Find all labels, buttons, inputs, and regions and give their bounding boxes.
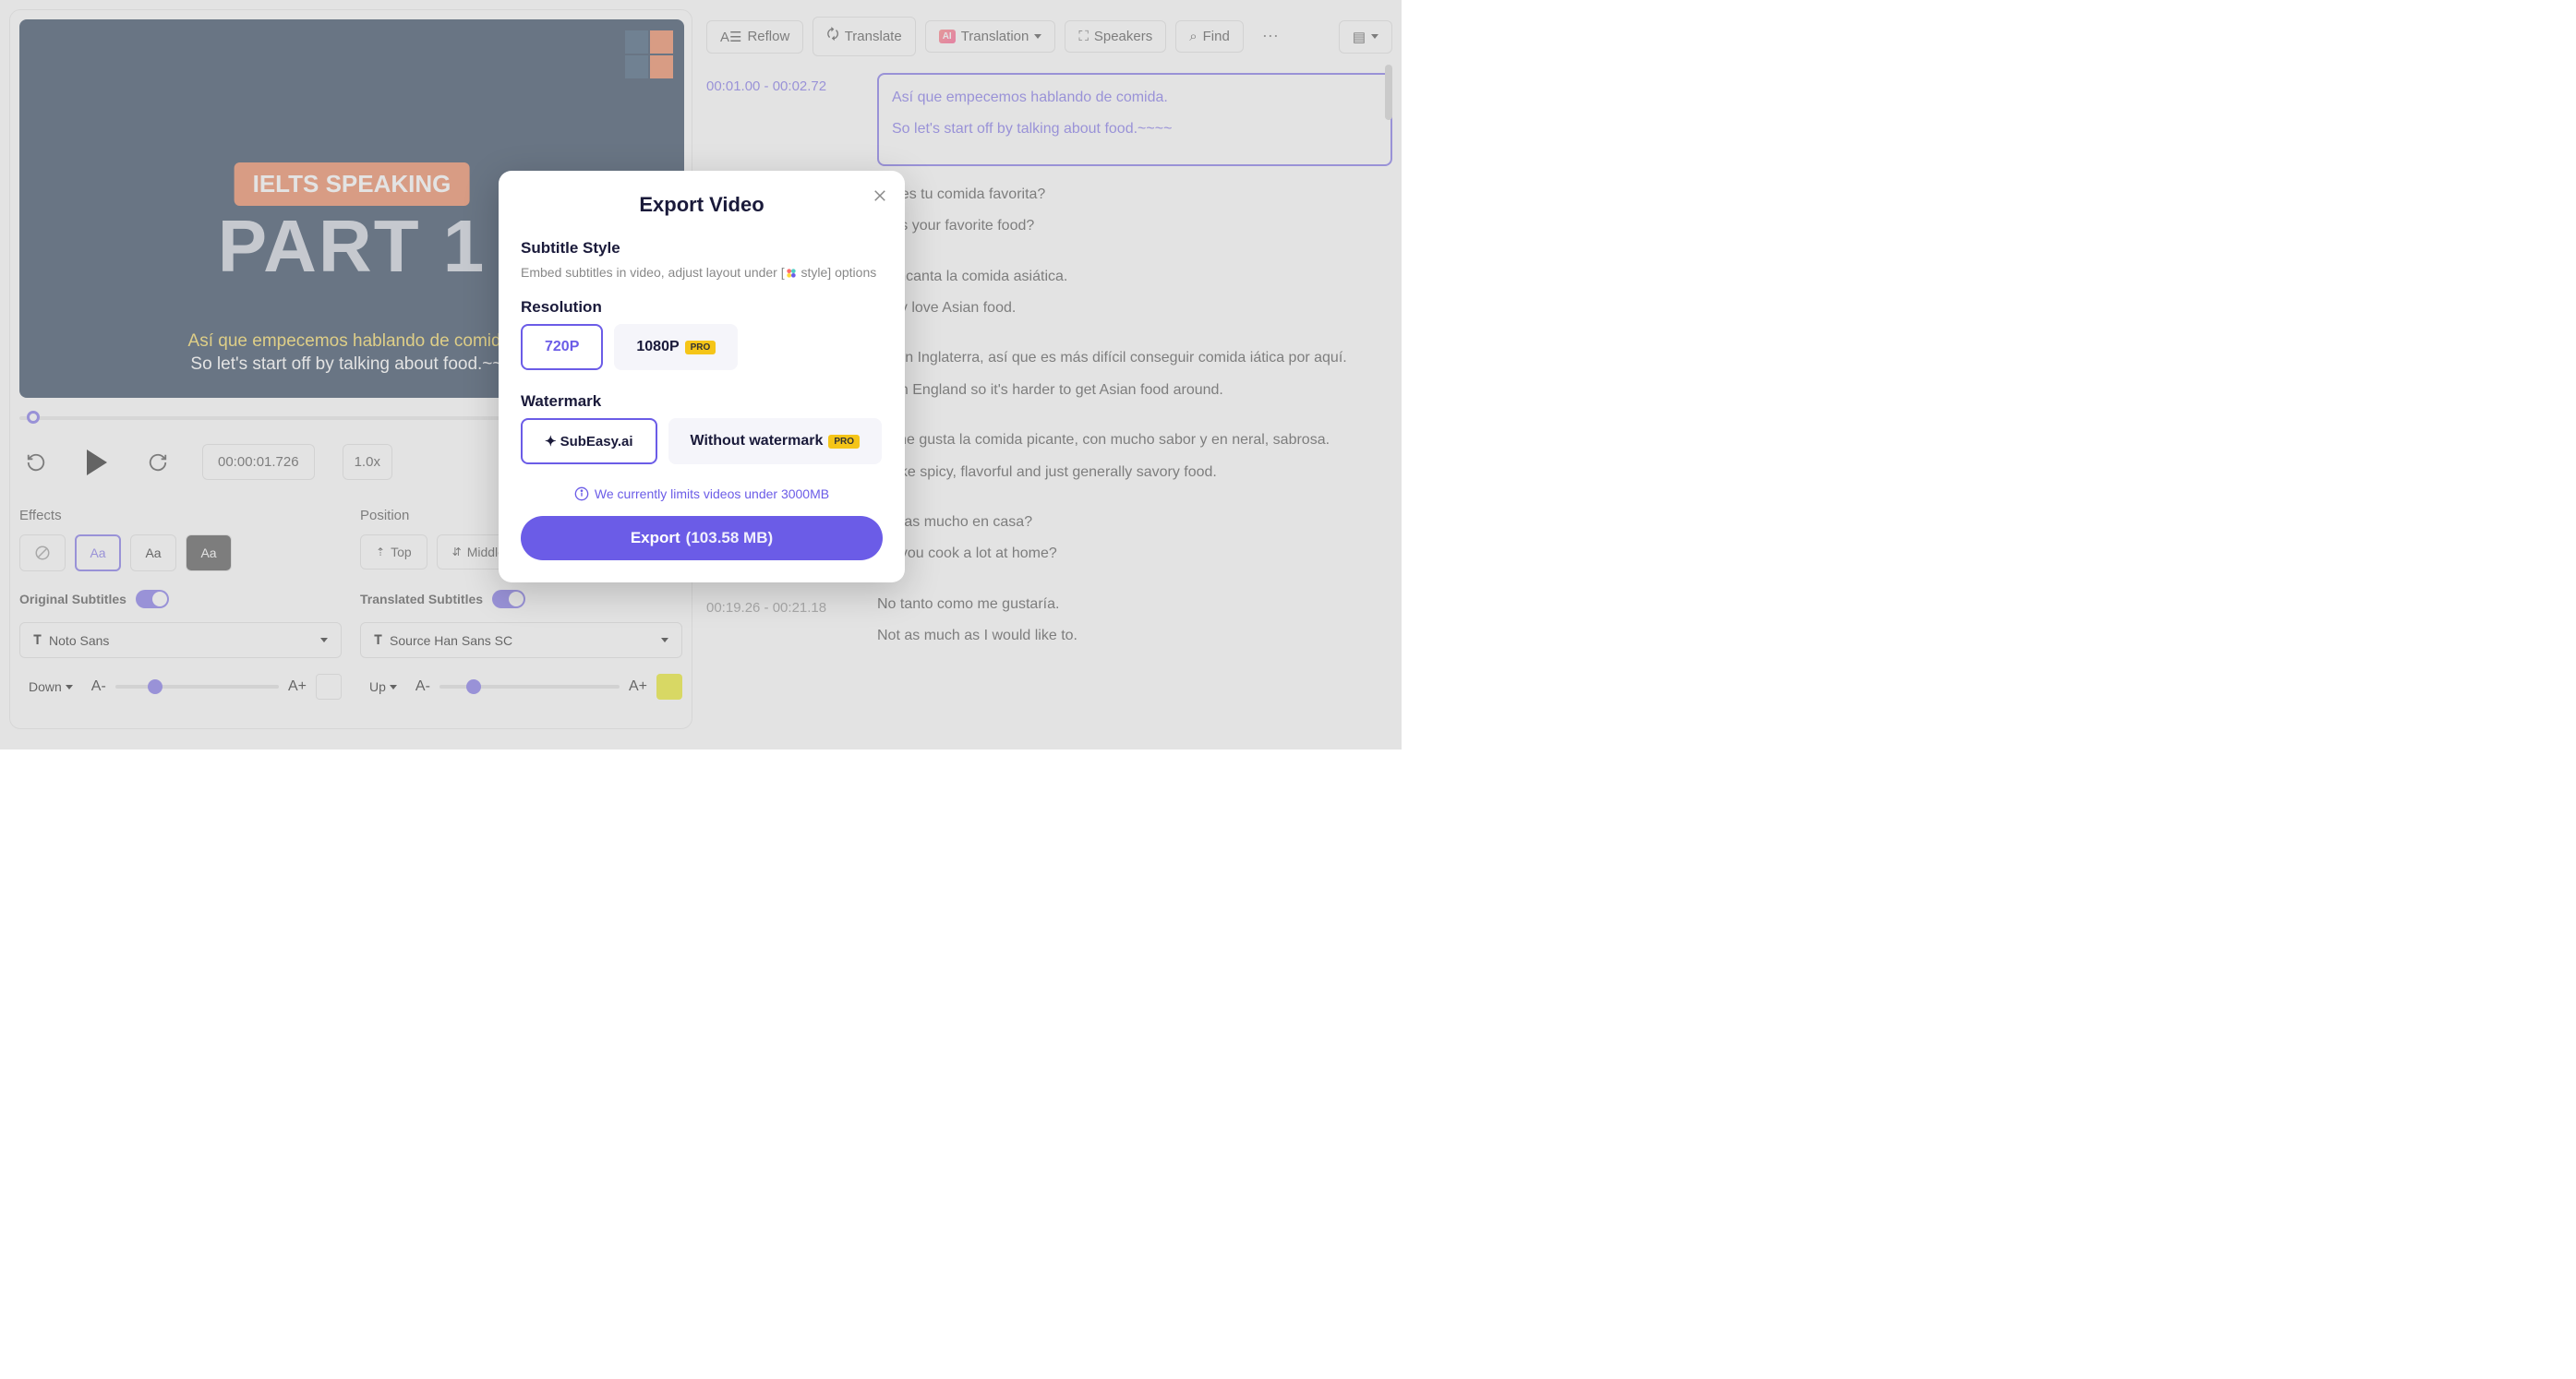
resolution-1080p[interactable]: 1080PPRO (614, 324, 738, 370)
pro-badge: PRO (828, 435, 860, 449)
close-button[interactable] (872, 187, 888, 210)
pro-badge: PRO (685, 341, 716, 354)
modal-title: Export Video (521, 193, 883, 217)
export-modal: Export Video Subtitle Style Embed subtit… (499, 171, 905, 582)
watermark-none[interactable]: Without watermarkPRO (668, 418, 883, 464)
export-button[interactable]: Export(103.58 MB) (521, 516, 883, 560)
style-icon (785, 267, 798, 280)
resolution-720p[interactable]: 720P (521, 324, 603, 370)
subtitle-style-title: Subtitle Style (521, 239, 883, 258)
subtitle-style-desc: Embed subtitles in video, adjust layout … (521, 265, 883, 280)
watermark-subeasy[interactable]: ✦SubEasy.ai (521, 418, 657, 464)
close-icon (872, 187, 888, 204)
limit-note: We currently limits videos under 3000MB (521, 486, 883, 501)
brand-icon: ✦ (545, 433, 557, 450)
watermark-title: Watermark (521, 392, 883, 411)
info-icon (574, 486, 589, 501)
resolution-title: Resolution (521, 298, 883, 317)
